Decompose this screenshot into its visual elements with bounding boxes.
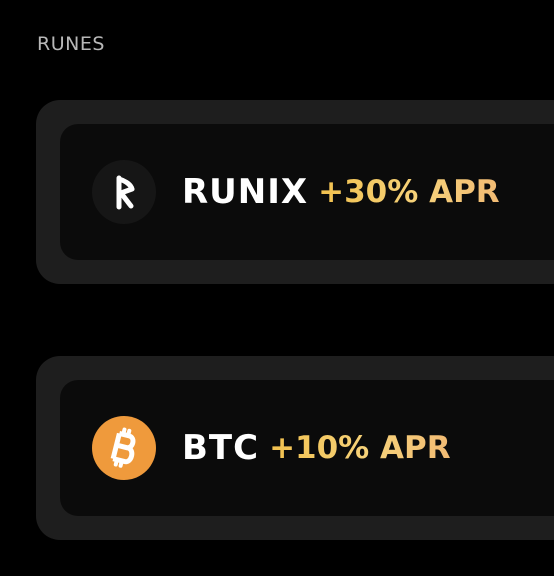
bitcoin-icon bbox=[92, 416, 156, 480]
section-title: RUNES bbox=[37, 33, 105, 55]
runix-rune-icon bbox=[92, 160, 156, 224]
token-name: RUNIX bbox=[182, 172, 309, 212]
token-card-runix[interactable]: RUNIX +30% APR bbox=[36, 100, 554, 284]
token-apr: +10% APR bbox=[269, 430, 451, 466]
token-name: BTC bbox=[182, 428, 260, 468]
token-apr: +30% APR bbox=[318, 174, 500, 210]
token-info: RUNIX +30% APR bbox=[182, 124, 500, 260]
token-card-btc[interactable]: BTC +10% APR bbox=[36, 356, 554, 540]
token-card-inner[interactable]: BTC +10% APR bbox=[60, 380, 554, 516]
token-card-inner[interactable]: RUNIX +30% APR bbox=[60, 124, 554, 260]
token-info: BTC +10% APR bbox=[182, 380, 451, 516]
